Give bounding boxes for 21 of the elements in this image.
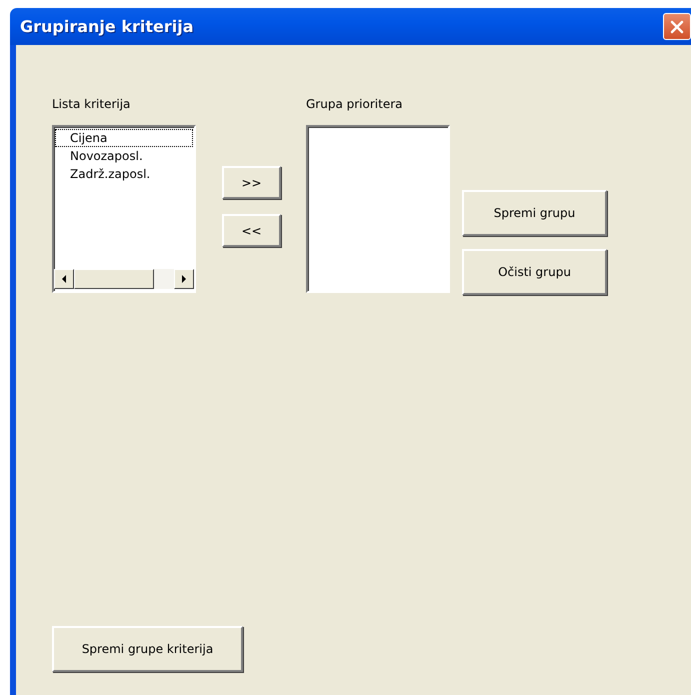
list-item[interactable]: Zadrž.zaposl. <box>55 165 193 183</box>
close-icon <box>669 18 685 34</box>
priority-listbox[interactable] <box>306 125 450 293</box>
save-groups-button[interactable]: Spremi grupe kriterija <box>52 626 243 672</box>
left-arrow-icon <box>62 275 66 283</box>
close-button[interactable] <box>663 13 691 40</box>
group-button[interactable]: Očisti grupu <box>462 249 607 295</box>
list-label: Grupa prioritera <box>306 96 404 113</box>
list-item[interactable]: Cijena <box>55 129 193 147</box>
right-arrow-icon <box>182 275 186 283</box>
list-label: Lista kriterija <box>52 96 132 113</box>
scroll-left-button[interactable] <box>54 269 74 289</box>
list-item[interactable]: Novozaposl. <box>55 147 193 165</box>
scroll-thumb[interactable] <box>74 269 154 289</box>
horizontal-scrollbar[interactable] <box>54 269 194 289</box>
group-button[interactable]: Spremi grupu <box>462 190 607 236</box>
window-title: Grupiranje kriterija <box>19 17 194 36</box>
move-button[interactable]: >> <box>222 166 281 199</box>
criteria-listbox[interactable]: Cijena Novozaposl. Zadrž.zaposl. <box>52 125 196 293</box>
scroll-right-button[interactable] <box>174 269 194 289</box>
move-button[interactable]: << <box>222 214 281 247</box>
